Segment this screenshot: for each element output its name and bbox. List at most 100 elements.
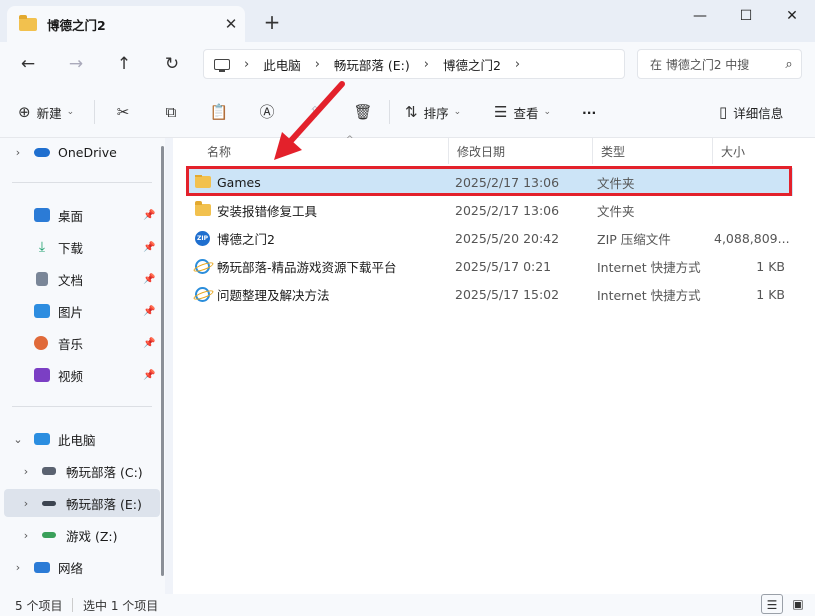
pictures-icon (34, 304, 50, 318)
column-header-label: 大小 (721, 144, 746, 159)
breadcrumb-current-folder[interactable]: 博德之门2 (443, 55, 501, 74)
view-list-icon: ☰ (494, 103, 508, 121)
column-header-size[interactable]: 大小 (713, 138, 793, 164)
close-window-button[interactable]: ✕ (769, 0, 815, 32)
computer-icon (34, 433, 50, 445)
sidebar-item-documents[interactable]: 文档 📌 (0, 265, 160, 293)
file-type: 文件夹 (597, 203, 635, 219)
forward-button[interactable]: → (61, 50, 91, 78)
sidebar-item-network[interactable]: › 网络 (0, 553, 160, 581)
network-icon (34, 561, 50, 573)
pin-icon[interactable]: 📌 (143, 274, 155, 285)
column-header-type[interactable]: 类型 (593, 138, 713, 164)
desktop-icon (34, 208, 50, 222)
details-label: 详细信息 (733, 105, 784, 121)
back-button[interactable]: ← (13, 50, 43, 78)
tab-title: 博德之门2 (47, 17, 106, 33)
chevron-right-icon[interactable]: › (20, 465, 32, 478)
pin-icon[interactable]: 📌 (143, 370, 155, 381)
sidebar-item-this-pc[interactable]: ⌄ 此电脑 (0, 425, 160, 453)
sidebar-item-label: 网络 (58, 560, 84, 576)
divider (12, 406, 152, 407)
refresh-button[interactable]: ↻ (157, 50, 187, 78)
navigation-pane: › OneDrive 桌面 📌 ⤓ 下载 📌 文档 📌 图片 📌 音乐 📌 视频 (0, 138, 165, 594)
file-modified: 2025/5/17 0:21 (455, 258, 552, 274)
sort-button[interactable]: ⇅ 排序 ⌄ (405, 100, 461, 124)
details-pane-button[interactable]: ▯ 详细信息 (719, 100, 783, 124)
pin-icon[interactable]: 📌 (143, 242, 155, 253)
pin-icon[interactable]: 📌 (143, 338, 155, 349)
address-bar[interactable]: › 此电脑 › 畅玩部落 (E:) › 博德之门2 › (203, 49, 625, 79)
chevron-right-icon[interactable]: › (12, 561, 24, 574)
file-modified: 2025/5/17 15:02 (455, 286, 560, 302)
sidebar-item-label: 畅玩部落 (E:) (66, 496, 142, 512)
breadcrumb-this-pc[interactable]: 此电脑 (263, 55, 301, 74)
download-icon: ⤓ (38, 239, 46, 255)
breadcrumb-drive-e[interactable]: 畅玩部落 (E:) (334, 55, 410, 74)
column-header-label: 修改日期 (457, 144, 506, 159)
table-row[interactable]: 安装报错修复工具 2025/2/17 13:06 文件夹 (187, 196, 793, 224)
breadcrumb-separator: › (514, 56, 521, 72)
sidebar-item-label: 图片 (58, 304, 84, 320)
copy-icon[interactable]: ⧉ (159, 100, 183, 124)
sidebar-item-downloads[interactable]: ⤓ 下载 📌 (0, 233, 160, 261)
highlight-box (186, 166, 792, 196)
sidebar-item-label: 视频 (58, 368, 84, 384)
sidebar-item-label: OneDrive (58, 144, 117, 160)
file-name-cell: ZIP 博德之门2 (187, 229, 449, 248)
minimize-button[interactable]: — (677, 0, 723, 32)
internet-shortcut-icon (195, 258, 210, 274)
chevron-down-icon[interactable]: ⌄ (12, 433, 24, 446)
cloud-icon (34, 147, 50, 157)
chevron-right-icon[interactable]: › (12, 146, 24, 159)
search-input[interactable]: 在 博德之门2 中搜 ⌕ (637, 49, 802, 79)
sidebar-item-videos[interactable]: 视频 📌 (0, 361, 160, 389)
file-name: 博德之门2 (217, 231, 275, 247)
plus-circle-icon: ⊕ (18, 103, 31, 121)
file-type: Internet 快捷方式 (597, 259, 701, 275)
chevron-right-icon[interactable]: › (20, 497, 32, 510)
tab-close-button[interactable]: ✕ (217, 15, 245, 33)
sidebar-item-onedrive[interactable]: › OneDrive (0, 138, 160, 166)
table-row[interactable]: 畅玩部落-精品游戏资源下载平台 2025/5/17 0:21 Internet … (187, 252, 793, 280)
details-view-icon[interactable]: ☰ (761, 594, 783, 614)
delete-icon[interactable]: 🗑 (351, 100, 375, 124)
chevron-down-icon: ⌄ (543, 107, 552, 117)
folder-icon (19, 14, 37, 31)
table-row[interactable]: 问题整理及解决方法 2025/5/17 15:02 Internet 快捷方式 … (187, 280, 793, 308)
sidebar-item-drive-z[interactable]: › 游戏 (Z:) (0, 521, 156, 549)
table-row[interactable]: ZIP 博德之门2 2025/5/20 20:42 ZIP 压缩文件 4,088… (187, 224, 793, 252)
sidebar-item-pictures[interactable]: 图片 📌 (0, 297, 160, 325)
command-bar: ⊕ 新建 ⌄ ✂ ⧉ 📋 Ⓐ ⇪ 🗑 ⇅ 排序 ⌄ ☰ 查看 ⌄ ··· ▯ 详… (0, 86, 815, 138)
sidebar-item-drive-e[interactable]: › 畅玩部落 (E:) (4, 489, 160, 517)
pin-icon[interactable]: 📌 (143, 306, 155, 317)
drive-icon (42, 467, 56, 475)
sidebar-item-label: 此电脑 (58, 432, 96, 448)
view-label: 查看 (513, 105, 539, 121)
cut-icon[interactable]: ✂ (111, 100, 135, 124)
divider (72, 598, 73, 612)
file-modified: 2025/5/20 20:42 (455, 230, 560, 246)
paste-icon[interactable]: 📋 (207, 100, 231, 124)
column-header-modified[interactable]: 修改日期 (449, 138, 593, 164)
chevron-down-icon: ⌄ (453, 107, 462, 117)
video-icon (34, 368, 50, 382)
more-options-button[interactable]: ··· (582, 100, 596, 124)
sidebar-item-music[interactable]: 音乐 📌 (0, 329, 160, 357)
maximize-button[interactable]: ☐ (723, 0, 769, 32)
selected-count: 选中 1 个项目 (83, 599, 159, 613)
tab-bodezhimen2[interactable]: 博德之门2 ✕ (7, 6, 245, 42)
up-button[interactable]: ↑ (109, 50, 139, 78)
pin-icon[interactable]: 📌 (143, 210, 155, 221)
sidebar-item-drive-c[interactable]: › 畅玩部落 (C:) (0, 457, 156, 485)
tiles-view-icon[interactable]: ▣ (787, 594, 809, 614)
sidebar-item-desktop[interactable]: 桌面 📌 (0, 201, 160, 229)
column-header-label: 类型 (601, 144, 626, 159)
new-button[interactable]: ⊕ 新建 ⌄ (18, 100, 74, 124)
chevron-right-icon[interactable]: › (20, 529, 32, 542)
sidebar-scrollbar[interactable] (161, 146, 164, 576)
divider (94, 100, 95, 124)
view-button[interactable]: ☰ 查看 ⌄ (494, 100, 551, 124)
file-name: 问题整理及解决方法 (217, 287, 330, 303)
new-tab-button[interactable]: + (260, 10, 284, 34)
